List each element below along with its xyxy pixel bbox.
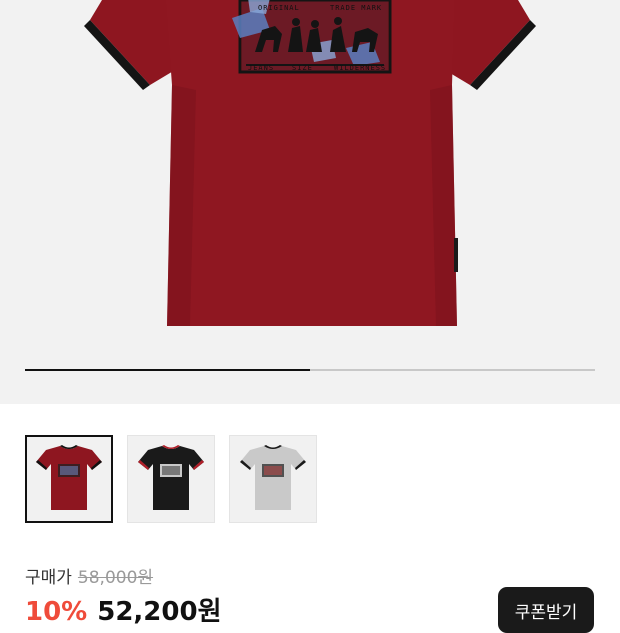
discount-rate: 10% bbox=[25, 597, 88, 627]
graphic-text-top-left: ORIGINAL bbox=[258, 4, 300, 12]
gallery-progress-bar bbox=[25, 369, 595, 371]
original-price: 58,000원 bbox=[77, 567, 154, 588]
product-hero-image[interactable]: ORIGINAL TRADE MARK JEANS SIZE WILDERNES… bbox=[0, 0, 620, 404]
graphic-text-top-right: TRADE MARK bbox=[330, 4, 383, 12]
graphic-text-bottom-right: WILDERNESS bbox=[334, 64, 387, 72]
red-tshirt-image bbox=[84, 0, 536, 326]
graphic-text-bottom-mid: SIZE bbox=[292, 64, 313, 72]
thumbnail-red[interactable] bbox=[25, 435, 113, 523]
sale-price-row: 10% 52,200원 bbox=[25, 591, 222, 628]
color-variant-thumbnails bbox=[0, 435, 620, 525]
gallery-progress-fill bbox=[25, 369, 310, 371]
thumbnail-black[interactable] bbox=[127, 435, 215, 523]
thumbnail-gray[interactable] bbox=[229, 435, 317, 523]
thumbnail-shirt-icon bbox=[138, 445, 204, 510]
thumbnail-shirt-icon bbox=[240, 445, 306, 510]
graphic-text-bottom-left: JEANS bbox=[248, 64, 275, 72]
price-label: 구매가 bbox=[25, 567, 72, 588]
thumbnail-shirt-icon bbox=[36, 445, 102, 510]
sale-price: 52,200원 bbox=[97, 597, 222, 627]
coupon-button[interactable]: 쿠폰받기 bbox=[498, 587, 594, 633]
price-label-row: 구매가 58,000원 bbox=[25, 562, 153, 588]
